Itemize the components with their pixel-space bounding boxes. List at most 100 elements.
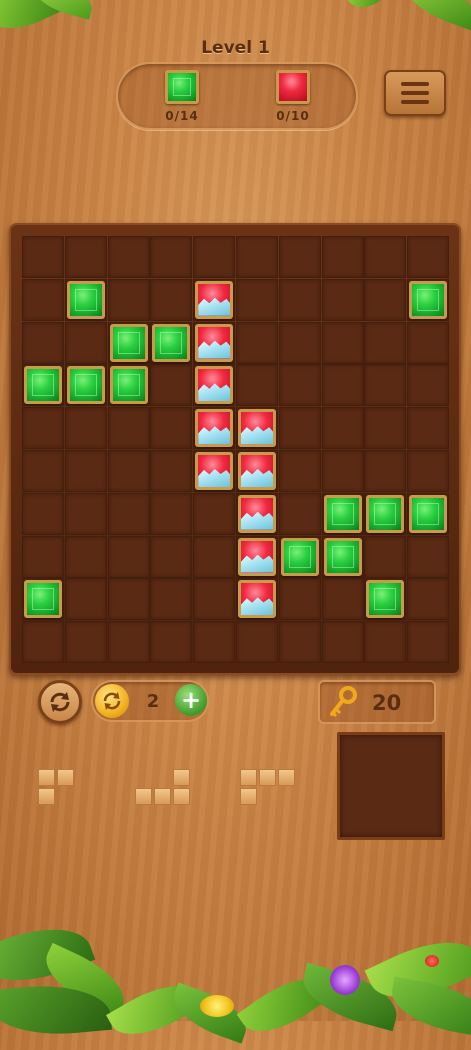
board-cell[interactable] <box>321 278 364 321</box>
board-cell[interactable] <box>364 236 407 278</box>
hold-slot[interactable] <box>337 732 445 840</box>
add-rotate-button[interactable]: + <box>175 684 207 716</box>
board-cell[interactable] <box>22 450 64 492</box>
goal-green: 0/14 <box>152 70 212 123</box>
board-cell[interactable] <box>364 278 407 321</box>
board-cell[interactable] <box>236 321 278 364</box>
board-cell[interactable] <box>150 278 193 321</box>
refresh-icon <box>50 692 70 712</box>
board-cell[interactable] <box>278 450 321 492</box>
board-cell[interactable] <box>107 450 150 492</box>
board-cell[interactable] <box>107 492 150 535</box>
board-cell[interactable] <box>150 621 193 664</box>
board-cell[interactable] <box>150 236 193 278</box>
board-cell[interactable] <box>64 450 107 492</box>
red-gem-in-ice <box>195 452 234 490</box>
board-cell[interactable] <box>22 535 64 578</box>
board-cell[interactable] <box>64 621 107 664</box>
board-cell[interactable] <box>236 621 278 664</box>
board-cell[interactable] <box>150 578 193 621</box>
board-cell[interactable] <box>407 621 450 664</box>
board-cell[interactable] <box>278 236 321 278</box>
board-cell[interactable] <box>64 492 107 535</box>
menu-button[interactable] <box>384 70 446 116</box>
board-cell[interactable] <box>236 236 278 278</box>
board-cell[interactable] <box>107 578 150 621</box>
board-cell[interactable] <box>236 364 278 407</box>
board-cell[interactable] <box>64 321 107 364</box>
goal-green-count: 0/14 <box>165 109 199 123</box>
board-cell[interactable] <box>150 492 193 535</box>
board-cell[interactable] <box>278 621 321 664</box>
board-cell[interactable] <box>364 407 407 450</box>
piece-block <box>173 769 190 786</box>
refresh-button[interactable] <box>38 680 82 724</box>
board-cell[interactable] <box>278 364 321 407</box>
board-cell[interactable] <box>407 407 450 450</box>
board-cell[interactable] <box>321 321 364 364</box>
red-gem-in-ice <box>238 409 276 448</box>
game-board[interactable] <box>22 236 450 664</box>
board-cell[interactable] <box>150 364 193 407</box>
board-cell[interactable] <box>22 236 64 278</box>
board-cell[interactable] <box>364 535 407 578</box>
board-cell[interactable] <box>64 535 107 578</box>
board-cell[interactable] <box>150 450 193 492</box>
board-cell[interactable] <box>107 535 150 578</box>
board-cell[interactable] <box>364 321 407 364</box>
board-cell[interactable] <box>193 236 236 278</box>
board-cell[interactable] <box>22 407 64 450</box>
board-cell[interactable] <box>407 535 450 578</box>
board-cell[interactable] <box>193 578 236 621</box>
ice-block <box>198 469 231 487</box>
board-cell[interactable] <box>107 236 150 278</box>
board-cell[interactable] <box>22 621 64 664</box>
board-cell[interactable] <box>278 407 321 450</box>
board-cell[interactable] <box>193 535 236 578</box>
board-cell[interactable] <box>321 407 364 450</box>
board-cell[interactable] <box>407 450 450 492</box>
board-cell[interactable] <box>278 278 321 321</box>
board-cell[interactable] <box>321 236 364 278</box>
board-cell[interactable] <box>107 278 150 321</box>
board-cell[interactable] <box>278 321 321 364</box>
board-cell[interactable] <box>278 578 321 621</box>
board-cell[interactable] <box>107 621 150 664</box>
board-cell[interactable] <box>193 492 236 535</box>
board-cell[interactable] <box>22 278 64 321</box>
board-cell[interactable] <box>321 450 364 492</box>
red-gem-in-ice <box>238 537 276 576</box>
green-gem <box>66 280 105 319</box>
board-cell[interactable] <box>364 621 407 664</box>
rotate-icon[interactable] <box>95 684 129 718</box>
board-cell[interactable] <box>22 492 64 535</box>
board-cell[interactable] <box>150 407 193 450</box>
board-cell[interactable] <box>321 364 364 407</box>
board-cell[interactable] <box>364 364 407 407</box>
board-cell[interactable] <box>407 364 450 407</box>
board-cell[interactable] <box>64 236 107 278</box>
board-cell[interactable] <box>236 278 278 321</box>
key-panel: 20 <box>318 680 436 724</box>
board-cell[interactable] <box>364 450 407 492</box>
board-cell[interactable] <box>64 407 107 450</box>
green-gem <box>66 366 105 405</box>
red-gem-in-ice <box>195 280 234 319</box>
board-cell[interactable] <box>278 492 321 535</box>
piece-block <box>154 788 171 805</box>
board-cell[interactable] <box>407 321 450 364</box>
board-cell[interactable] <box>193 621 236 664</box>
board-cell[interactable] <box>64 578 107 621</box>
key-count: 20 <box>372 691 402 715</box>
green-gem <box>409 280 448 319</box>
piece-block <box>173 788 190 805</box>
green-gem <box>109 366 148 405</box>
board-cell[interactable] <box>321 621 364 664</box>
board-cell[interactable] <box>107 407 150 450</box>
board-cell[interactable] <box>407 578 450 621</box>
board-cell[interactable] <box>22 321 64 364</box>
rotate-arrows-icon <box>103 692 121 710</box>
board-cell[interactable] <box>407 236 450 278</box>
board-cell[interactable] <box>150 535 193 578</box>
board-cell[interactable] <box>321 578 364 621</box>
